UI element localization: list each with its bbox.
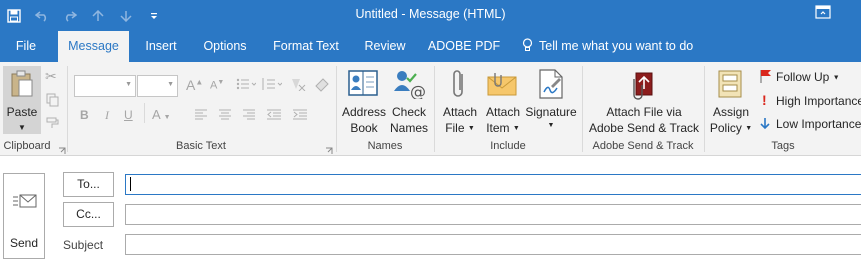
eraser-icon[interactable] — [314, 76, 330, 95]
cc-field[interactable] — [125, 204, 861, 225]
clipboard-icon — [11, 70, 33, 97]
attach-item-button[interactable]: Attach Item ▼ — [482, 66, 524, 138]
decrease-indent-icon[interactable] — [266, 109, 282, 124]
include-group-label: Include — [490, 140, 526, 152]
basic-text-launcher-icon[interactable] — [325, 144, 333, 158]
tab-file[interactable]: File — [8, 31, 44, 62]
assign-policy-label-1: Assign — [712, 105, 750, 119]
numbering-icon[interactable] — [262, 77, 283, 94]
check-names-label-1: Check — [391, 105, 426, 119]
assign-policy-label-2: Policy ▼ — [709, 121, 753, 135]
bold-button[interactable]: B — [80, 108, 89, 122]
tab-adobe-pdf[interactable]: ADOBE PDF — [426, 31, 502, 62]
underline-button[interactable]: U — [124, 108, 133, 122]
check-names-label-2: Names — [389, 121, 428, 135]
clipboard-group-label: Clipboard — [3, 140, 51, 152]
tab-insert[interactable]: Insert — [140, 31, 182, 62]
address-book-label-1: Address — [341, 105, 387, 119]
names-group-label: Names — [367, 140, 403, 152]
grow-font-icon[interactable]: A▲ — [186, 77, 203, 93]
align-right-icon[interactable] — [242, 109, 256, 124]
align-center-icon[interactable] — [218, 109, 232, 124]
shrink-font-icon[interactable]: A▼ — [210, 79, 224, 92]
to-button[interactable]: To... — [63, 172, 114, 197]
attach-file-label-1: Attach — [442, 105, 478, 119]
send-icon — [13, 194, 37, 208]
align-left-icon[interactable] — [194, 109, 208, 124]
paperclip-icon — [453, 70, 463, 97]
tell-me-box[interactable]: Tell me what you want to do — [522, 31, 693, 62]
policy-icon — [718, 70, 742, 98]
send-button[interactable]: Send — [3, 173, 45, 259]
check-names-icon: @ — [394, 71, 425, 99]
send-label: Send — [9, 236, 39, 250]
signature-icon — [539, 69, 563, 99]
check-names-button[interactable]: @ Check Names — [389, 66, 429, 138]
subject-label: Subject — [63, 238, 104, 252]
paste-button[interactable]: Paste ▼ — [3, 66, 41, 134]
attach-item-label-2: Item ▼ — [486, 121, 520, 135]
adobe-label-1: Attach File via — [606, 105, 682, 119]
ribbon: Paste ▼ ✂ Clipboard ▼ ▼ A▲ A▼ B I U A▼ — [0, 62, 861, 156]
to-field[interactable] — [125, 174, 861, 195]
tab-review[interactable]: Review — [361, 31, 409, 62]
paste-label: Paste — [6, 105, 38, 119]
window-title: Untitled - Message (HTML) — [355, 7, 506, 21]
adobe-attach-icon — [633, 72, 653, 100]
compose-area: Send To... Cc... Subject — [0, 157, 861, 262]
format-painter-icon[interactable] — [46, 116, 60, 133]
paste-dropdown-caret: ▼ — [18, 123, 26, 132]
follow-up-button[interactable]: Follow Up ▼ — [776, 70, 840, 84]
clipboard-launcher-icon[interactable] — [58, 144, 66, 158]
font-size-combo[interactable]: ▼ — [137, 75, 178, 97]
signature-dropdown-caret: ▼ — [547, 122, 555, 129]
address-book-label-2: Book — [350, 121, 378, 135]
clear-formatting-icon[interactable] — [290, 77, 306, 94]
ribbon-tabs: File Message Insert Options Format Text … — [0, 31, 861, 62]
increase-indent-icon[interactable] — [292, 109, 308, 124]
high-importance-button[interactable]: High Importance — [776, 94, 861, 108]
font-family-combo[interactable]: ▼ — [74, 75, 136, 97]
assign-policy-button[interactable]: Assign Policy ▼ — [708, 66, 754, 138]
svg-text:@: @ — [410, 82, 425, 99]
tab-format-text[interactable]: Format Text — [268, 31, 344, 62]
lightbulb-icon — [522, 38, 533, 51]
bullets-icon[interactable] — [236, 77, 257, 94]
cut-icon[interactable]: ✂ — [45, 68, 57, 85]
tell-me-label: Tell me what you want to do — [539, 39, 694, 53]
address-book-button[interactable]: Address Book — [342, 66, 386, 138]
copy-icon[interactable] — [46, 93, 60, 110]
signature-button[interactable]: Signature ▼ — [525, 66, 577, 138]
basic-text-group-label: Basic Text — [176, 140, 226, 152]
low-importance-icon — [760, 117, 770, 133]
cc-button[interactable]: Cc... — [63, 202, 114, 227]
attach-item-label-1: Attach — [485, 105, 521, 119]
font-color-button[interactable]: A ▼ — [152, 107, 171, 122]
tags-group-label: Tags — [771, 140, 795, 152]
tab-options[interactable]: Options — [198, 31, 252, 62]
attach-file-via-adobe-button[interactable]: Attach File via Adobe Send & Track — [586, 66, 702, 138]
envelope-clip-icon — [487, 73, 517, 96]
tab-message[interactable]: Message — [58, 31, 129, 62]
subject-field[interactable] — [125, 234, 861, 255]
title-bar: Untitled - Message (HTML) — [0, 0, 861, 31]
high-importance-icon: ! — [762, 92, 767, 108]
italic-button[interactable]: I — [105, 108, 109, 123]
attach-file-label-2: File ▼ — [445, 121, 475, 135]
attach-file-button[interactable]: Attach File ▼ — [439, 66, 481, 138]
restore-ribbon-icon[interactable] — [815, 5, 831, 19]
address-book-icon — [348, 70, 378, 96]
text-cursor — [130, 177, 131, 191]
adobe-label-2: Adobe Send & Track — [588, 121, 700, 135]
low-importance-button[interactable]: Low Importance — [776, 117, 861, 131]
adobe-group-label: Adobe Send & Track — [592, 140, 694, 152]
flag-icon — [760, 69, 772, 86]
